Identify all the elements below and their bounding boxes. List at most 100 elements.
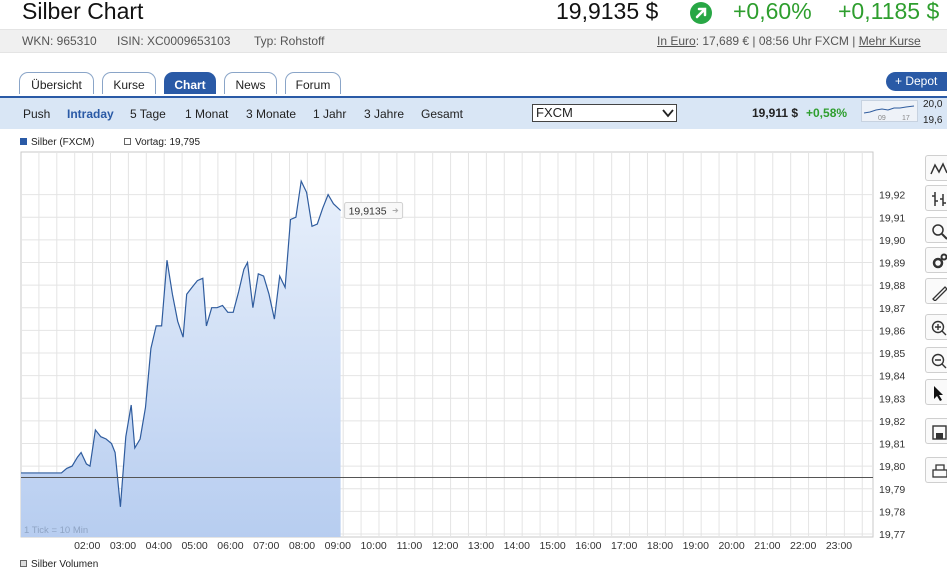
legend-swatch	[124, 138, 131, 145]
y-tick-label: 19,81	[879, 439, 905, 451]
mini-chart-thumbnail[interactable]: 09 17	[861, 100, 918, 122]
y-tick-label: 19,90	[879, 235, 905, 247]
tab-chart[interactable]: Chart	[164, 72, 216, 94]
y-tick-label: 19,88	[879, 280, 905, 292]
range-3-jahre[interactable]: 3 Jahre	[364, 107, 404, 121]
legend-prev-label: Vortag: 19,795	[135, 137, 201, 148]
y-tick-label: 19,80	[879, 461, 905, 473]
y-tick-label: 19,78	[879, 506, 905, 518]
mini-low: 19,6	[923, 115, 943, 126]
y-tick-label: 19,82	[879, 416, 905, 428]
x-tick-label: 16:00	[575, 540, 601, 552]
printer-icon	[932, 464, 947, 478]
mini-x-label: 17	[902, 115, 910, 121]
gear-icon	[932, 253, 947, 269]
x-tick-label: 13:00	[468, 540, 494, 552]
range-1-monat[interactable]: 1 Monat	[185, 107, 228, 121]
x-tick-label: 09:00	[325, 540, 351, 552]
x-tick-label: 23:00	[826, 540, 852, 552]
x-tick-label: 04:00	[146, 540, 172, 552]
change-percent: +0,60%	[733, 0, 812, 24]
settings-tool-button[interactable]	[925, 247, 947, 273]
page-title: Silber Chart	[22, 0, 144, 24]
tick-note: 1 Tick = 10 Min	[24, 525, 88, 536]
x-tick-label: 15:00	[539, 540, 565, 552]
cursor-arrow-icon	[934, 386, 943, 401]
y-tick-label: 19,77	[879, 529, 905, 541]
ohlc-tool-button[interactable]	[925, 185, 947, 211]
x-tick-label: 14:00	[504, 540, 530, 552]
type-label: Typ: Rohstoff	[254, 34, 325, 48]
trend-up-icon	[690, 2, 712, 24]
mini-price: 19,911 $	[752, 106, 799, 120]
y-tick-label: 19,85	[879, 348, 905, 360]
y-tick-label: 19,86	[879, 325, 905, 337]
wkn-label: WKN: 965310	[22, 34, 97, 48]
info-bar: WKN: 965310 ISIN: XC0009653103 Typ: Rohs…	[0, 29, 947, 53]
legend-series: Silber (FXCM)	[20, 137, 94, 148]
change-absolute: +0,1185 $	[838, 0, 940, 24]
x-tick-label: 08:00	[289, 540, 315, 552]
line-chart-icon	[930, 162, 947, 175]
mini-change: +0,58%	[806, 106, 848, 120]
zoom-out-button[interactable]	[925, 347, 947, 373]
magnifier-icon	[932, 224, 947, 240]
y-tick-label: 19,92	[879, 190, 905, 202]
more-prices-link[interactable]: Mehr Kurse	[859, 34, 921, 48]
range-3-monate[interactable]: 3 Monate	[246, 107, 296, 121]
isin-label: ISIN: XC0009653103	[117, 34, 231, 48]
pencil-icon	[932, 286, 947, 301]
range-1-jahr[interactable]: 1 Jahr	[313, 107, 346, 121]
zoom-in-button[interactable]	[925, 314, 947, 340]
legend-prev: Vortag: 19,795	[124, 137, 200, 148]
y-tick-label: 19,83	[879, 393, 905, 405]
x-tick-label: 20:00	[718, 540, 744, 552]
zoom-area-tool-button[interactable]	[925, 217, 947, 243]
save-icon	[932, 425, 947, 440]
tab-uebersicht[interactable]: Übersicht	[19, 72, 94, 94]
tab-kurse[interactable]: Kurse	[102, 72, 156, 94]
euro-link[interactable]: In Euro	[657, 34, 696, 48]
y-tick-label: 19,84	[879, 371, 905, 383]
mini-high: 20,0	[923, 99, 943, 110]
range-bar: Push Intraday 5 Tage 1 Monat 3 Monate 1 …	[0, 96, 947, 129]
range-push[interactable]: Push	[23, 107, 50, 121]
legend-volume-label: Silber Volumen	[31, 559, 99, 570]
print-button[interactable]	[925, 457, 947, 483]
tab-forum[interactable]: Forum	[285, 72, 341, 94]
range-intraday[interactable]: Intraday	[67, 107, 114, 121]
chevron-down-icon	[662, 109, 674, 118]
save-button[interactable]	[925, 418, 947, 444]
zoom-out-icon	[931, 353, 947, 369]
exchange-select[interactable]: FXCM	[532, 104, 677, 122]
price-chart[interactable]: 19,9135 1 Tick = 10 Min 19,92 19,91 19,90 19…	[0, 150, 920, 555]
current-price: 19,9135 $	[556, 0, 659, 24]
legend-swatch	[20, 560, 27, 567]
exchange-select-value: FXCM	[536, 105, 573, 120]
last-value-tag: 19,9135	[344, 201, 404, 219]
x-tick-label: 06:00	[217, 540, 243, 552]
x-tick-label: 19:00	[683, 540, 709, 552]
x-tick-label: 03:00	[110, 540, 136, 552]
ohlc-icon	[932, 192, 946, 206]
pointer-tool-button[interactable]	[925, 379, 947, 405]
y-tick-label: 19,91	[879, 212, 905, 224]
y-tick-label: 19,79	[879, 484, 905, 496]
line-chart-tool-button[interactable]	[925, 155, 947, 181]
y-tick-label: 19,89	[879, 258, 905, 270]
legend-volume: Silber Volumen	[20, 559, 98, 570]
range-5-tage[interactable]: 5 Tage	[130, 107, 166, 121]
legend-series-label: Silber (FXCM)	[31, 137, 95, 148]
x-tick-label: 18:00	[647, 540, 673, 552]
last-value-label: 19,9135	[349, 205, 387, 217]
legend-swatch	[20, 138, 27, 145]
x-tick-label: 02:00	[74, 540, 100, 552]
range-gesamt[interactable]: Gesamt	[421, 107, 463, 121]
x-tick-label: 21:00	[754, 540, 780, 552]
tab-news[interactable]: News	[224, 72, 277, 94]
x-tick-label: 10:00	[360, 540, 386, 552]
zoom-in-icon	[931, 320, 947, 336]
add-depot-button[interactable]: + Depot	[886, 72, 947, 91]
x-tick-label: 12:00	[432, 540, 458, 552]
draw-tool-button[interactable]	[925, 278, 947, 304]
